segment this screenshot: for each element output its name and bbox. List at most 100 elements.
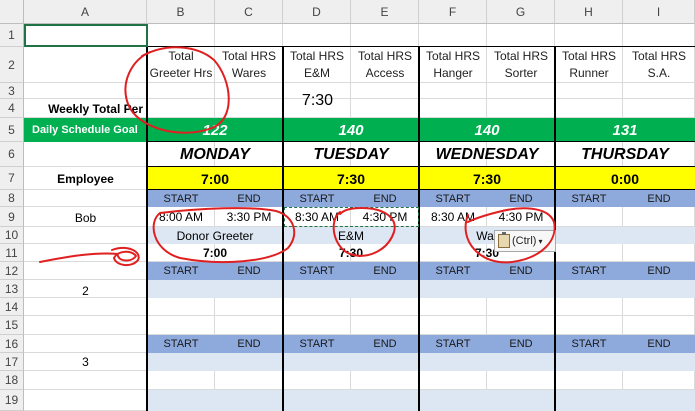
row-header-6[interactable]: 6 — [0, 142, 24, 167]
row-header-13[interactable]: 13 — [0, 280, 24, 298]
employee-label[interactable]: Employee — [24, 167, 147, 190]
row-header-8[interactable]: 8 — [0, 190, 24, 207]
weekly-total-label[interactable]: Weekly Total Per — [24, 99, 147, 118]
employee-name-1[interactable]: 2 — [24, 282, 147, 300]
day-total-2[interactable]: 7:30 — [419, 167, 555, 190]
end-label[interactable]: END — [623, 262, 695, 280]
column-header-i[interactable]: I — [623, 0, 695, 24]
row-header-16[interactable]: 16 — [0, 335, 24, 353]
row-header-2[interactable]: 2 — [0, 47, 24, 83]
end-label[interactable]: END — [487, 335, 555, 353]
row-header-5[interactable]: 5 — [0, 118, 24, 142]
column-header-a[interactable]: A — [24, 0, 147, 24]
row-header-15[interactable]: 15 — [0, 316, 24, 335]
border-h — [147, 166, 695, 167]
shaded-row — [147, 280, 695, 298]
start-label[interactable]: START — [283, 190, 351, 207]
border-v — [282, 47, 284, 411]
end-label[interactable]: END — [215, 335, 283, 353]
task-header-2[interactable]: Total HRS E&M — [283, 47, 351, 83]
column-header-h[interactable]: H — [555, 0, 623, 24]
column-header-c[interactable]: C — [215, 0, 283, 24]
row-header-18[interactable]: 18 — [0, 371, 24, 390]
row-header-9[interactable]: 9 — [0, 207, 24, 227]
row-header-12[interactable]: 12 — [0, 262, 24, 280]
day-header-tuesday[interactable]: TUESDAY — [283, 142, 419, 167]
shift-hours-1[interactable]: 7:30 — [283, 244, 419, 262]
row-header-3[interactable]: 3 — [0, 83, 24, 99]
start-label[interactable]: START — [419, 190, 487, 207]
day-total-0[interactable]: 7:00 — [147, 167, 283, 190]
task-header-3[interactable]: Total HRS Access — [351, 47, 419, 83]
column-header-g[interactable]: G — [487, 0, 555, 24]
end-label[interactable]: END — [487, 262, 555, 280]
shift-start-0[interactable]: 8:00 AM — [147, 207, 215, 227]
start-label[interactable]: START — [147, 190, 215, 207]
column-header-d[interactable]: D — [283, 0, 351, 24]
end-label[interactable]: END — [623, 190, 695, 207]
copy-marquee — [284, 207, 419, 227]
shift-role-0[interactable]: Donor Greeter — [147, 227, 283, 244]
task-header-1[interactable]: Total HRS Wares — [215, 47, 283, 83]
daily-goal-2[interactable]: 140 — [419, 118, 555, 142]
start-label[interactable]: START — [555, 190, 623, 207]
row-header-4[interactable]: 4 — [0, 99, 24, 118]
paste-options-button[interactable]: (Ctrl) ▾ — [494, 230, 556, 252]
daily-goal-0[interactable]: 122 — [147, 118, 283, 142]
row-header-14[interactable]: 14 — [0, 298, 24, 316]
active-cell-selection — [24, 24, 148, 47]
row-header-17[interactable]: 17 — [0, 353, 24, 371]
task-header-0[interactable]: Total Greeter Hrs — [147, 47, 215, 83]
task-header-7[interactable]: Total HRS S.A. — [623, 47, 695, 83]
end-label[interactable]: END — [351, 262, 419, 280]
row-header-7[interactable]: 7 — [0, 167, 24, 190]
end-label[interactable]: END — [215, 190, 283, 207]
end-label[interactable]: END — [623, 335, 695, 353]
end-label[interactable]: END — [351, 335, 419, 353]
start-label[interactable]: START — [419, 262, 487, 280]
shift-role-1[interactable]: E&M — [283, 227, 419, 244]
end-label[interactable]: END — [487, 190, 555, 207]
row-header-11[interactable]: 11 — [0, 244, 24, 262]
employee-name-0[interactable]: Bob — [24, 209, 147, 227]
start-label[interactable]: START — [419, 335, 487, 353]
task-header-5[interactable]: Total HRS Sorter — [487, 47, 555, 83]
start-label[interactable]: START — [147, 262, 215, 280]
spreadsheet-grid[interactable]: ABCDEFGHI 1 2 3 4 5 6 7 8 9 10 11 12 13 14 15 16 17 18 19 … — [0, 0, 695, 411]
day-total-3[interactable]: 0:00 — [555, 167, 695, 190]
shift-end-2[interactable]: 4:30 PM — [487, 207, 555, 227]
shaded-row — [147, 390, 695, 411]
shift-hours-0[interactable]: 7:00 — [147, 244, 283, 262]
employee-name-2[interactable]: 3 — [24, 353, 147, 371]
end-label[interactable]: END — [215, 262, 283, 280]
row-header-19[interactable]: 19 — [0, 390, 24, 411]
start-label[interactable]: START — [147, 335, 215, 353]
column-header-f[interactable]: F — [419, 0, 487, 24]
daily-goal-3[interactable]: 131 — [555, 118, 695, 142]
weekly-total-em-value[interactable]: 7:30 — [284, 83, 351, 118]
day-header-thursday[interactable]: THURSDAY — [555, 142, 695, 167]
task-header-4[interactable]: Total HRS Hanger — [419, 47, 487, 83]
border-v — [554, 47, 556, 411]
column-header-b[interactable]: B — [147, 0, 215, 24]
daily-goal-label[interactable]: Daily Schedule Goal — [24, 118, 147, 142]
border-v — [418, 47, 420, 411]
border-h — [147, 141, 695, 142]
row-header-1[interactable]: 1 — [0, 24, 24, 47]
start-label[interactable]: START — [283, 335, 351, 353]
shift-start-2[interactable]: 8:30 AM — [419, 207, 487, 227]
select-all-corner[interactable] — [0, 0, 24, 24]
day-total-1[interactable]: 7:30 — [283, 167, 419, 190]
start-label[interactable]: START — [555, 262, 623, 280]
row-header-10[interactable]: 10 — [0, 227, 24, 244]
start-label[interactable]: START — [283, 262, 351, 280]
shift-end-0[interactable]: 3:30 PM — [215, 207, 283, 227]
task-header-6[interactable]: Total HRS Runner — [555, 47, 623, 83]
gridline-h — [24, 315, 695, 316]
daily-goal-1[interactable]: 140 — [283, 118, 419, 142]
day-header-monday[interactable]: MONDAY — [147, 142, 283, 167]
start-label[interactable]: START — [555, 335, 623, 353]
day-header-wednesday[interactable]: WEDNESDAY — [419, 142, 555, 167]
end-label[interactable]: END — [351, 190, 419, 207]
column-header-e[interactable]: E — [351, 0, 419, 24]
